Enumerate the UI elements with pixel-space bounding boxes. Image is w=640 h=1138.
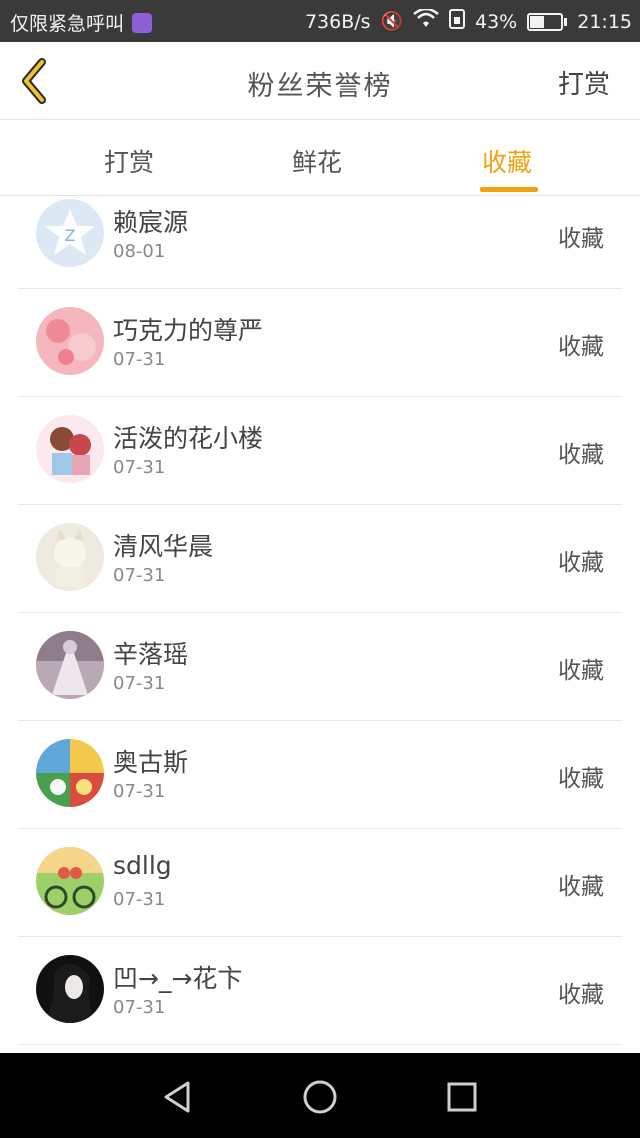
mute-icon: 🔇 (380, 11, 403, 32)
item-tag: 收藏 (558, 442, 604, 468)
status-left: 仅限紧急呼叫 (10, 9, 153, 36)
item-tag: 收藏 (558, 658, 604, 684)
user-name: 奥古斯 (113, 748, 189, 777)
clock: 21:15 (577, 10, 632, 33)
user-date: 07-31 (113, 997, 166, 1018)
list-item[interactable]: 辛落瑶 07-31 收藏 (18, 613, 622, 721)
gallery-notification-icon (132, 12, 153, 33)
page-title: 粉丝荣誉榜 (247, 71, 393, 102)
fan-list[interactable]: Z 赖宸源 08-01 收藏 巧克力的尊严 07-31 收藏 活泼的花小楼 07… (0, 197, 640, 1053)
user-date: 07-31 (113, 349, 166, 370)
status-bar: 仅限紧急呼叫 736B/s 🔇 43% 21:15 (0, 0, 640, 42)
system-nav-bar (0, 1053, 640, 1138)
tab-reward[interactable]: 打赏 (104, 143, 154, 179)
avatar: Z (36, 199, 104, 267)
circle-home-icon (303, 1080, 337, 1114)
avatar (36, 415, 104, 483)
list-item[interactable]: Z 赖宸源 08-01 收藏 (18, 197, 622, 289)
list-item[interactable]: 奥古斯 07-31 收藏 (18, 721, 622, 829)
user-name: 活泼的花小楼 (113, 424, 264, 453)
user-date: 08-01 (113, 241, 166, 262)
user-name: 辛落瑶 (113, 640, 189, 669)
user-date: 07-31 (113, 565, 166, 586)
list-item[interactable]: 凹→_→花卞 07-31 收藏 (18, 937, 622, 1045)
tab-collect[interactable]: 收藏 (482, 143, 532, 179)
square-recents-icon (447, 1082, 477, 1112)
status-right: 736B/s 🔇 43% 21:15 (304, 7, 632, 34)
item-tag: 收藏 (558, 982, 604, 1008)
active-tab-indicator (480, 187, 538, 192)
app-header: 粉丝荣誉榜 打赏 (0, 42, 640, 120)
avatar (36, 631, 104, 699)
item-tag: 收藏 (558, 874, 604, 900)
wifi-icon (413, 7, 439, 34)
user-name: 清风华晨 (113, 532, 214, 561)
svg-text:Z: Z (65, 226, 76, 245)
list-item[interactable]: 巧克力的尊严 07-31 收藏 (18, 289, 622, 397)
list-item[interactable]: 活泼的花小楼 07-31 收藏 (18, 397, 622, 505)
reward-button[interactable]: 打赏 (558, 64, 610, 101)
avatar (36, 847, 104, 915)
list-item[interactable]: sdllg 07-31 收藏 (18, 829, 622, 937)
user-date: 07-31 (113, 781, 166, 802)
sim-card-icon (449, 9, 465, 34)
user-name: 赖宸源 (113, 208, 189, 237)
user-date: 07-31 (113, 457, 166, 478)
item-tag: 收藏 (558, 334, 604, 360)
user-name: 凹→_→花卞 (113, 964, 243, 993)
nav-recents-button[interactable] (442, 1077, 482, 1117)
item-tag: 收藏 (558, 550, 604, 576)
avatar (36, 739, 104, 807)
avatar (36, 307, 104, 375)
item-tag: 收藏 (558, 766, 604, 792)
carrier-text: 仅限紧急呼叫 (10, 13, 125, 35)
battery-percent: 43% (475, 10, 518, 33)
tab-bar: 打赏 鲜花 收藏 (0, 121, 640, 196)
network-speed: 736B/s (304, 10, 371, 33)
avatar (36, 523, 104, 591)
avatar (36, 955, 104, 1023)
triangle-back-icon (164, 1081, 190, 1113)
item-tag: 收藏 (558, 226, 604, 252)
battery-icon (527, 12, 568, 31)
user-name: sdllg (113, 851, 172, 880)
list-item[interactable]: 清风华晨 07-31 收藏 (18, 505, 622, 613)
user-date: 07-31 (113, 673, 166, 694)
user-date: 07-31 (113, 889, 166, 910)
nav-home-button[interactable] (300, 1077, 340, 1117)
user-name: 巧克力的尊严 (113, 316, 264, 345)
tab-flowers[interactable]: 鲜花 (292, 143, 342, 179)
nav-back-button[interactable] (158, 1077, 198, 1117)
